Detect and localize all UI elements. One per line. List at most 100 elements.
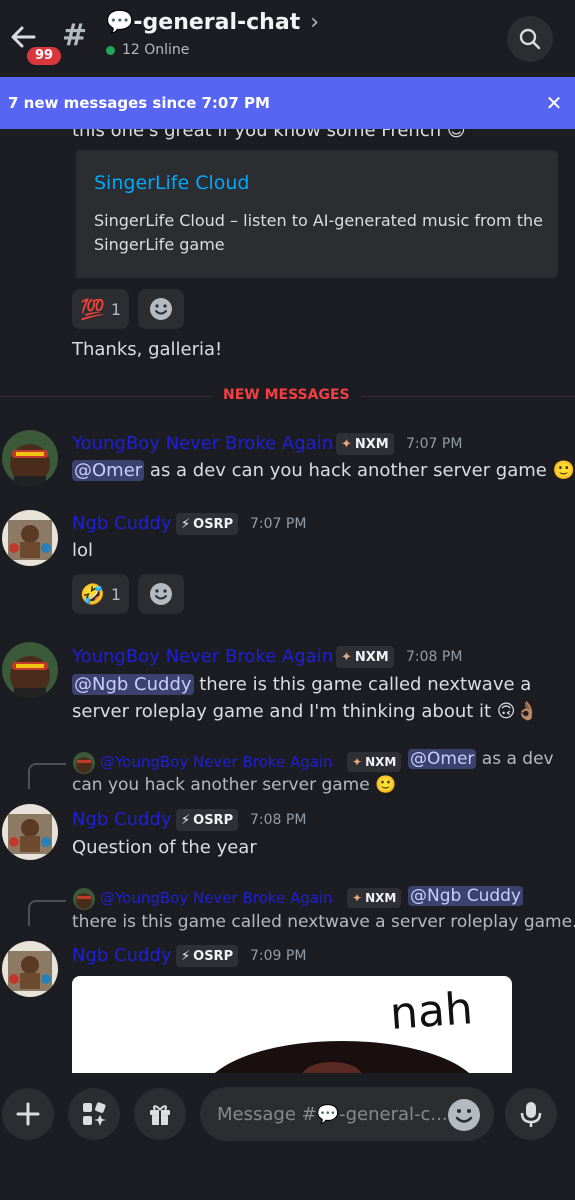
- reaction-count: 1: [110, 299, 122, 319]
- guild-tag[interactable]: ⚡ OSRP: [176, 513, 239, 535]
- message-text: this one's great if you know some French…: [72, 129, 466, 141]
- reply-username[interactable]: @YoungBoy Never Broke Again: [100, 889, 333, 907]
- channel-header: 99 # 💬-general-chat › 12 Online: [0, 0, 575, 77]
- image-attachment[interactable]: nah: [72, 976, 512, 1073]
- message-placeholder: Message #💬-general-c...: [217, 1103, 448, 1125]
- lightning-icon: ⚡: [181, 948, 191, 964]
- image-content: [214, 1041, 470, 1073]
- gift-icon: [150, 1105, 170, 1125]
- user-mention[interactable]: @Omer: [408, 749, 477, 769]
- guild-tag[interactable]: ✦ NXM: [347, 888, 402, 908]
- reaction-hundred[interactable]: 💯 1: [72, 289, 130, 329]
- message-list[interactable]: this one's great if you know some French…: [0, 129, 575, 1073]
- guild-tag[interactable]: ✦ NXM: [336, 433, 394, 455]
- tag-label: NXM: [365, 891, 397, 905]
- apps-button[interactable]: [68, 1088, 120, 1140]
- timestamp: 7:08 PM: [406, 649, 463, 665]
- user-mention[interactable]: @Ngb Cuddy: [72, 674, 194, 695]
- lightning-icon: ⚡: [181, 812, 191, 828]
- close-icon[interactable]: ✕: [541, 91, 567, 115]
- online-count: 12 Online: [122, 42, 190, 58]
- online-dot-icon: [106, 45, 115, 55]
- banner-text: 7 new messages since 7:07 PM: [8, 94, 270, 112]
- add-reaction-button[interactable]: [138, 289, 184, 329]
- new-messages-banner[interactable]: 7 new messages since 7:07 PM ✕: [0, 77, 575, 129]
- smiley-icon: [150, 583, 172, 605]
- tag-label: OSRP: [193, 812, 234, 828]
- message-text: @Omer as a dev can you hack another serv…: [72, 457, 575, 484]
- user-mention[interactable]: @Ngb Cuddy: [408, 886, 523, 906]
- lightning-icon: ⚡: [181, 516, 191, 532]
- channel-name: 💬-general-chat: [106, 10, 301, 35]
- emoji-picker-button[interactable]: [448, 1099, 480, 1131]
- embed-title-link[interactable]: SingerLife Cloud: [94, 172, 250, 194]
- tag-diamond-icon: ✦: [352, 891, 363, 905]
- reply-connector: [28, 763, 66, 789]
- avatar[interactable]: [2, 941, 58, 997]
- search-button[interactable]: [507, 16, 553, 62]
- message-text: Thanks, galleria!: [72, 339, 223, 360]
- avatar[interactable]: [2, 642, 58, 698]
- tag-diamond-icon: ✦: [341, 436, 352, 452]
- plus-icon: [16, 1102, 40, 1126]
- tag-diamond-icon: ✦: [341, 649, 352, 665]
- channel-hash-icon: #: [62, 18, 88, 53]
- message-body: there is this game called nextwave a: [193, 674, 532, 695]
- message-body: as a dev can you hack another server gam…: [144, 460, 575, 481]
- guild-tag[interactable]: ⚡ OSRP: [176, 809, 239, 831]
- username[interactable]: Ngb Cuddy: [72, 945, 172, 966]
- tag-label: NXM: [365, 755, 397, 769]
- reply-preview[interactable]: @Ngb Cuddy: [408, 886, 523, 906]
- smiley-icon: [449, 1100, 479, 1130]
- add-attachment-button[interactable]: [2, 1088, 54, 1140]
- username[interactable]: YoungBoy Never Broke Again: [72, 433, 333, 454]
- reaction-rofl[interactable]: 🤣 1: [72, 574, 130, 614]
- channel-title[interactable]: 💬-general-chat ›: [106, 10, 319, 35]
- embed-description: SingerLife Cloud – listen to AI-generate…: [94, 211, 543, 254]
- avatar-image: [2, 642, 58, 698]
- add-reaction-button[interactable]: [138, 574, 184, 614]
- message-text: server roleplay game and I'm thinking ab…: [72, 701, 538, 722]
- tag-label: OSRP: [193, 948, 234, 964]
- avatar[interactable]: [2, 510, 58, 566]
- timestamp: 7:09 PM: [250, 948, 307, 964]
- reply-preview[interactable]: can you hack another server game 🙂: [72, 775, 396, 795]
- online-status: 12 Online: [106, 42, 189, 58]
- username[interactable]: YoungBoy Never Broke Again: [72, 646, 333, 667]
- link-embed: SingerLife Cloud SingerLife Cloud – list…: [72, 150, 558, 278]
- tag-label: NXM: [354, 436, 389, 452]
- reply-username[interactable]: @YoungBoy Never Broke Again: [100, 753, 333, 771]
- avatar[interactable]: [2, 804, 58, 860]
- chevron-right-icon: ›: [310, 10, 320, 35]
- gift-button[interactable]: [134, 1088, 186, 1140]
- microphone-icon: [520, 1102, 542, 1127]
- reply-connector: [28, 900, 66, 926]
- user-mention[interactable]: @Omer: [72, 460, 145, 481]
- voice-message-button[interactable]: [505, 1088, 557, 1140]
- avatar[interactable]: [2, 430, 58, 486]
- guild-tag[interactable]: ⚡ OSRP: [176, 945, 239, 967]
- rofl-emoji-icon: 🤣: [80, 582, 105, 606]
- apps-icon: [83, 1102, 106, 1126]
- avatar-image: [2, 804, 58, 860]
- new-messages-label: NEW MESSAGES: [212, 387, 361, 403]
- tag-label: OSRP: [193, 516, 234, 532]
- search-icon: [519, 28, 541, 50]
- message-text: @Ngb Cuddy there is this game called nex…: [72, 671, 531, 698]
- guild-tag[interactable]: ✦ NXM: [336, 646, 394, 668]
- avatar-image: [2, 510, 58, 566]
- avatar-image: [2, 430, 58, 486]
- reply-avatar: [73, 888, 95, 910]
- timestamp: 7:07 PM: [406, 436, 463, 452]
- tag-diamond-icon: ✦: [352, 755, 363, 769]
- unread-badge: 99: [24, 44, 65, 68]
- username[interactable]: Ngb Cuddy: [72, 809, 172, 830]
- reply-preview[interactable]: @Omer as a dev: [408, 749, 554, 769]
- username[interactable]: Ngb Cuddy: [72, 513, 172, 534]
- composer-bar: Message #💬-general-c...: [0, 1073, 575, 1200]
- message-text: lol: [72, 540, 94, 561]
- reaction-count: 1: [110, 584, 122, 604]
- guild-tag[interactable]: ✦ NXM: [347, 752, 402, 772]
- smiley-icon: [150, 298, 172, 320]
- reply-preview[interactable]: there is this game called nextwave a ser…: [72, 912, 575, 932]
